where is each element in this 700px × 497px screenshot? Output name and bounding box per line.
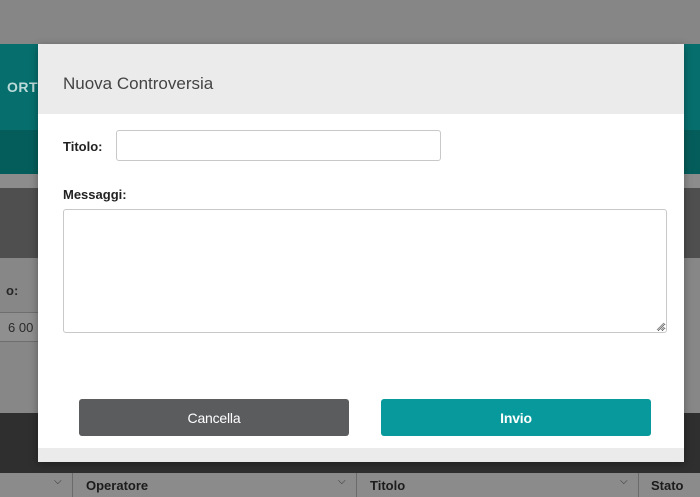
title-input[interactable] [116,130,441,161]
column-separator [356,473,357,497]
background-header-text: ORT [7,79,39,95]
new-dispute-modal: Nuova Controversia Titolo: Messaggi: Can… [38,44,684,462]
messages-textarea[interactable] [63,209,667,333]
modal-header: Nuova Controversia [38,44,684,114]
column-header-operatore: Operatore [86,478,149,493]
column-separator [72,473,73,497]
title-label: Titolo: [63,139,103,154]
resize-grip-icon[interactable] [655,321,665,331]
chevron-down-icon: ⌵ [54,476,62,487]
send-button[interactable]: Invio [381,399,651,436]
messages-label: Messaggi: [63,187,127,202]
background-field-label: o: [6,283,19,298]
column-header-stato: Stato [651,478,684,493]
modal-title: Nuova Controversia [63,74,214,93]
chevron-down-icon: ⌵ [338,476,346,487]
modal-footer [38,448,684,462]
background-field-value: 6 00 [8,320,34,335]
chevron-down-icon: ⌵ [620,476,628,487]
background-top [0,0,700,44]
column-header-titolo: Titolo [370,478,406,493]
column-separator [638,473,639,497]
page: ORT o: 6 00 ⌵ Operatore ⌵ Titolo ⌵ Stato… [0,0,700,497]
cancel-button[interactable]: Cancella [79,399,349,436]
